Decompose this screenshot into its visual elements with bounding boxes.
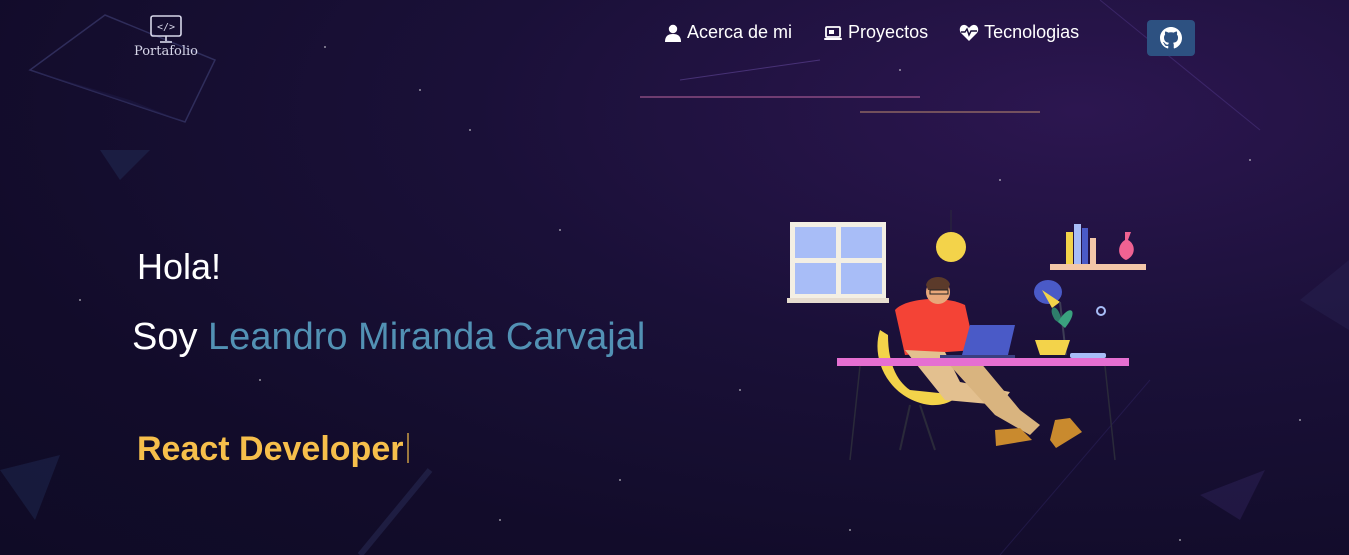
heart-pulse-icon bbox=[959, 24, 979, 41]
github-button[interactable] bbox=[1147, 20, 1195, 56]
nav-item-label: Acerca de mi bbox=[687, 22, 793, 42]
nav-item-label: Proyectos bbox=[848, 22, 929, 42]
main-navigation: Acerca de mi Proyectos Tecnologias bbox=[664, 22, 1110, 43]
nav-item-about[interactable]: Acerca de mi bbox=[664, 22, 792, 43]
code-monitor-icon: </> bbox=[150, 15, 182, 43]
nav-item-projects[interactable]: Proyectos bbox=[823, 22, 928, 43]
svg-text:</>: </> bbox=[157, 22, 175, 33]
laptop-icon bbox=[824, 25, 843, 40]
nav-item-technologies[interactable]: Tecnologias bbox=[959, 22, 1079, 43]
developer-name: Leandro Miranda Carvajal bbox=[208, 316, 646, 358]
user-icon bbox=[665, 24, 681, 42]
nav-item-label: Tecnologias bbox=[984, 22, 1080, 42]
role-text: React Developer bbox=[137, 430, 404, 468]
logo-text: Portafolio bbox=[133, 44, 199, 59]
github-icon bbox=[1160, 27, 1182, 49]
brand-logo[interactable]: </> Portafolio bbox=[128, 14, 204, 59]
developer-at-desk-illustration bbox=[787, 210, 1146, 461]
intro-prefix: Soy bbox=[132, 316, 198, 358]
greeting: Hola! bbox=[137, 246, 222, 287]
intro-line: Soy Leandro Miranda Carvajal bbox=[132, 316, 645, 359]
role-title: React Developer bbox=[137, 430, 410, 469]
typing-cursor bbox=[407, 433, 410, 463]
